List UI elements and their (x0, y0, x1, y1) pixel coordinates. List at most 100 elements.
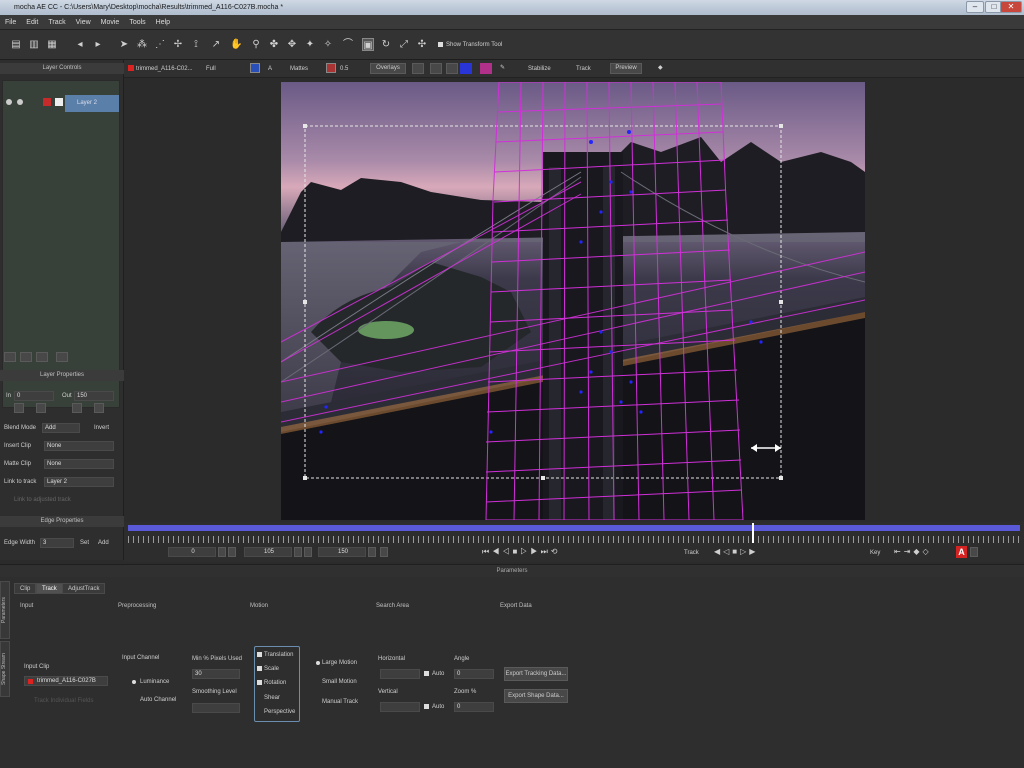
menu-file[interactable]: File (0, 15, 21, 30)
out-field[interactable]: 150 (74, 391, 114, 401)
set-in-button[interactable] (218, 547, 226, 557)
preview-button[interactable]: Preview (610, 63, 642, 74)
close-button[interactable]: ✕ (1000, 1, 1022, 13)
input-clip-select[interactable]: trimmed_A116-C027B (24, 676, 108, 686)
mattes-button[interactable]: Mattes (290, 65, 308, 73)
go-out-button[interactable] (304, 547, 312, 557)
in-set-button[interactable] (14, 403, 24, 413)
layer-row[interactable]: Layer 2 (65, 95, 119, 112)
end-frame-field[interactable]: 150 (318, 547, 366, 557)
export-tracking-data-button[interactable]: Export Tracking Data... (504, 667, 568, 681)
view-channel-icon[interactable] (250, 63, 260, 73)
menu-help[interactable]: Help (151, 15, 175, 30)
hand-icon[interactable]: ✋ (230, 38, 242, 51)
timeline-ruler[interactable] (128, 536, 1020, 543)
minimize-button[interactable]: – (966, 1, 984, 13)
contour-icon[interactable]: ⌒ (342, 38, 354, 51)
horizontal-auto-checkbox[interactable] (424, 671, 429, 676)
min-pixels-field[interactable]: 30 (192, 669, 240, 679)
lock-icon[interactable]: ▣ (362, 38, 374, 51)
pick-icon[interactable]: ↗ (210, 38, 222, 51)
select-points-icon[interactable]: ⁂ (136, 38, 148, 51)
shear-label[interactable]: Shear (264, 694, 280, 702)
opacity-field[interactable]: 0.5 (340, 65, 348, 73)
keyframe-controls[interactable]: ⇤⇥◆◇ (894, 548, 932, 556)
tab-clip[interactable]: Clip (14, 583, 37, 594)
luminance-radio[interactable] (132, 680, 136, 684)
edge-add-button[interactable]: Add (98, 539, 109, 547)
add-circle-icon[interactable]: ✧ (322, 38, 334, 51)
clip-select[interactable]: trimmed_A116-C02... (136, 65, 193, 73)
redo-icon[interactable]: ▸ (92, 38, 104, 51)
vertical-field[interactable] (380, 702, 420, 712)
overlay-options-icon[interactable] (412, 63, 424, 74)
show-transform-checkbox[interactable] (438, 42, 443, 47)
undo-icon[interactable]: ◂ (74, 38, 86, 51)
viewer[interactable] (124, 78, 1024, 522)
menu-edit[interactable]: Edit (21, 15, 43, 30)
large-motion-radio[interactable] (316, 661, 320, 665)
lock-toggle-icon[interactable] (17, 99, 23, 105)
delete-layer-icon[interactable] (36, 352, 48, 362)
autokey-button[interactable]: A (956, 546, 967, 558)
matte-color-icon[interactable] (326, 63, 336, 73)
layer-outlines-icon[interactable] (430, 63, 442, 74)
zoom-icon[interactable]: ⚲ (250, 38, 262, 51)
vertical-auto-checkbox[interactable] (424, 704, 429, 709)
current-frame-field[interactable]: 105 (244, 547, 292, 557)
brush-icon[interactable]: ✎ (500, 64, 505, 72)
pin-icon[interactable]: ◆ (658, 64, 663, 72)
layer-settings-icon[interactable] (56, 352, 68, 362)
side-tab-shape-stream[interactable]: Shape Stream (0, 641, 10, 697)
menu-movie[interactable]: Movie (96, 15, 125, 30)
add-point-icon[interactable]: ⋰ (154, 38, 166, 51)
zoom-out-range-icon[interactable] (380, 547, 388, 557)
tab-adjust-track[interactable]: AdjustTrack (62, 583, 106, 594)
matte-swatch[interactable] (55, 98, 63, 106)
start-frame-field[interactable]: 0 (168, 547, 216, 557)
add-bezier-icon[interactable]: ✥ (286, 38, 298, 51)
in-field[interactable]: 0 (14, 391, 54, 401)
open-file-icon[interactable]: ▥ (28, 38, 40, 51)
rotation-checkbox[interactable] (257, 680, 262, 685)
matte-clip-select[interactable]: None (44, 459, 114, 469)
menu-view[interactable]: View (71, 15, 96, 30)
zoom-in-range-icon[interactable] (368, 547, 376, 557)
menu-tools[interactable]: Tools (124, 15, 150, 30)
overlays-button[interactable]: Overlays (370, 63, 406, 74)
track-controls[interactable]: ◀◁■▷▶ (714, 548, 758, 556)
add-layer-icon[interactable] (4, 352, 16, 362)
add-xspline-icon[interactable]: ✤ (268, 38, 280, 51)
perspective-label[interactable]: Perspective (264, 708, 295, 716)
add-rect-icon[interactable]: ✦ (304, 38, 316, 51)
eye-icon[interactable] (6, 99, 12, 105)
manual-track-label[interactable]: Manual Track (322, 698, 358, 706)
translation-checkbox[interactable] (257, 652, 262, 657)
go-in-button[interactable] (228, 547, 236, 557)
horizontal-field[interactable] (380, 669, 420, 679)
angle-field[interactable]: 0 (454, 669, 494, 679)
tracker-icon[interactable] (446, 63, 458, 74)
smoothing-level-field[interactable] (192, 703, 240, 713)
scale-icon[interactable]: ⤢ (398, 38, 410, 51)
scale-checkbox[interactable] (257, 666, 262, 671)
surface-icon[interactable] (460, 63, 472, 74)
out-set-button[interactable] (94, 403, 104, 413)
keyframe-mode-icon[interactable] (970, 547, 978, 557)
menu-track[interactable]: Track (43, 15, 70, 30)
zoom-percent-field[interactable]: 0 (454, 702, 494, 712)
x-spline-icon[interactable]: ✢ (172, 38, 184, 51)
link-to-track-select[interactable]: Layer 2 (44, 477, 114, 487)
zoom-select[interactable]: Full (206, 65, 216, 73)
side-tab-parameters[interactable]: Parameters (0, 581, 10, 639)
blend-mode-select[interactable]: Add (42, 423, 80, 433)
export-shape-data-button[interactable]: Export Shape Data... (504, 689, 568, 703)
edge-width-field[interactable]: 3 (40, 538, 74, 548)
move-icon[interactable]: ✣ (416, 38, 428, 51)
new-file-icon[interactable]: ▤ (10, 38, 22, 51)
select-tool-icon[interactable]: ➤ (118, 38, 130, 51)
timeline-track-bar[interactable] (128, 525, 1020, 531)
playback-controls[interactable]: ⏮◀◁■▷▶⏭⟲ (482, 548, 560, 556)
video-frame[interactable] (281, 82, 865, 520)
insert-clip-select[interactable]: None (44, 441, 114, 451)
